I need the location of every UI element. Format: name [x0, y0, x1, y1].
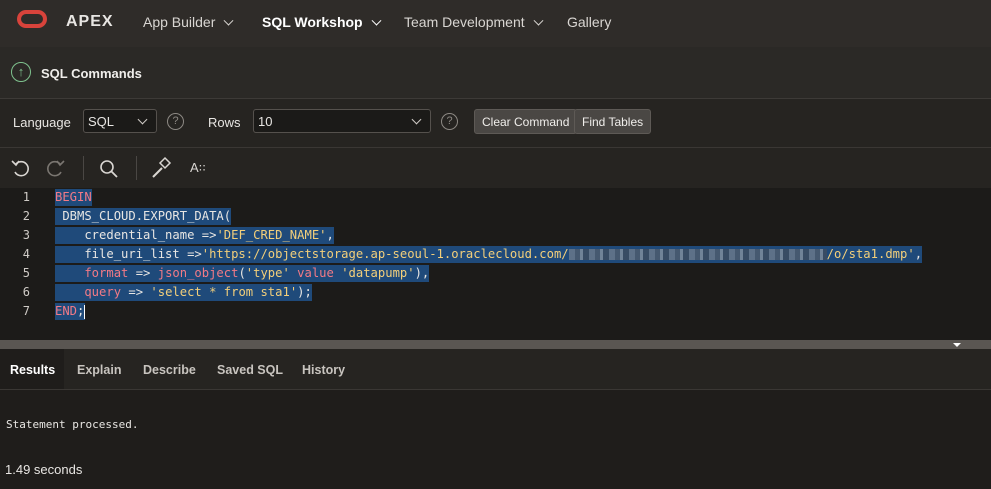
code-string: 'datapump' [341, 266, 415, 280]
chevron-down-icon [223, 15, 234, 26]
line-number: 7 [22, 304, 30, 318]
code-text: , [326, 228, 334, 242]
nav-sql-workshop-label: SQL Workshop [262, 14, 363, 30]
language-select[interactable]: SQL [83, 109, 157, 133]
language-help-icon[interactable]: ? [167, 113, 184, 130]
command-toolbar: Language SQL ? Rows 10 ? Clear Command F… [0, 99, 991, 147]
line-number: 2 [22, 209, 30, 223]
search-icon[interactable] [98, 156, 120, 180]
sql-editor[interactable]: 1 2 3 4 5 6 7 BEGIN DBMS_CLOUD.EXPORT_DA… [0, 188, 991, 340]
result-tabs: Results Explain Describe Saved SQL Histo… [0, 349, 991, 390]
page-header: ↑ SQL Commands [0, 47, 991, 99]
editor-toolbar: A꞉꞉ [0, 147, 991, 189]
code-text: ), [414, 266, 430, 280]
code-text: , [914, 247, 923, 261]
redacted-region [568, 249, 827, 260]
keyword-end: END [55, 304, 78, 318]
code-text: ( [238, 266, 246, 280]
code-text: => [121, 285, 151, 299]
toolbar-divider [136, 156, 137, 180]
code-text: credential_name => [55, 228, 217, 242]
code-line-7: END; [55, 303, 86, 320]
tab-results[interactable]: Results [0, 349, 64, 389]
line-number: 6 [22, 285, 30, 299]
tab-describe[interactable]: Describe [143, 349, 196, 389]
rows-help-icon[interactable]: ? [441, 113, 458, 130]
line-number: 3 [22, 228, 30, 242]
code-text: ); [297, 285, 312, 299]
results-panel: Statement processed. 1.49 seconds [0, 390, 991, 489]
tab-explain[interactable]: Explain [77, 349, 121, 389]
code-line-1: BEGIN [55, 189, 92, 206]
line-number-gutter: 1 2 3 4 5 6 7 [0, 188, 48, 340]
nav-gallery[interactable]: Gallery [567, 14, 611, 30]
nav-gallery-label: Gallery [567, 14, 612, 30]
execution-time: 1.49 seconds [5, 462, 83, 477]
code-function: json_object [157, 266, 239, 280]
clear-command-button[interactable]: Clear Command [474, 109, 578, 134]
code-keyword: format [55, 266, 129, 280]
language-select-value: SQL [88, 114, 115, 129]
tab-saved-sql[interactable]: Saved SQL [217, 349, 283, 389]
oracle-logo-icon[interactable] [17, 10, 47, 28]
code-line-3: credential_name =>'DEF_CRED_NAME', [55, 227, 334, 244]
nav-team-development[interactable]: Team Development [404, 14, 544, 30]
keyword-begin: BEGIN [55, 190, 92, 204]
code-text: ; [77, 304, 85, 318]
result-message: Statement processed. [6, 418, 139, 431]
rows-select-value: 10 [258, 114, 273, 129]
code-line-6: query => 'select * from sta1'); [55, 284, 312, 301]
up-arrow-icon[interactable]: ↑ [11, 62, 31, 82]
toolbar-divider [83, 156, 84, 180]
chevron-down-icon [411, 114, 422, 125]
nav-app-builder-label: App Builder [143, 14, 216, 30]
text-cursor [84, 304, 86, 319]
code-text: DBMS_CLOUD.EXPORT_DATA( [55, 209, 232, 223]
nav-app-builder[interactable]: App Builder [143, 14, 234, 30]
chevron-down-icon [533, 15, 544, 26]
code-keyword: value [289, 266, 342, 280]
line-number: 5 [22, 266, 30, 280]
find-tables-button[interactable]: Find Tables [574, 109, 652, 134]
code-string: 'select * from sta1' [150, 285, 298, 299]
panel-splitter[interactable] [0, 340, 991, 349]
code-text: file_uri_list => [55, 247, 202, 261]
page-title: SQL Commands [41, 66, 142, 81]
wrench-icon[interactable] [150, 156, 172, 180]
code-line-5: format => json_object('type' value 'data… [55, 265, 430, 282]
code-string: 'DEF_CRED_NAME' [216, 228, 327, 242]
undo-icon[interactable] [10, 156, 32, 180]
redo-icon[interactable] [44, 156, 66, 180]
rows-label: Rows [208, 115, 241, 130]
top-navigation-bar: APEX App Builder SQL Workshop Team Devel… [0, 0, 991, 47]
collapse-arrow-icon[interactable] [953, 343, 961, 347]
code-string: /o/sta1.dmp' [826, 247, 915, 261]
code-line-2: DBMS_CLOUD.EXPORT_DATA( [55, 208, 232, 225]
tab-history[interactable]: History [302, 349, 345, 389]
code-text: => [128, 266, 158, 280]
nav-sql-workshop[interactable]: SQL Workshop [262, 14, 382, 30]
code-line-4: file_uri_list =>'https://objectstorage.a… [55, 246, 923, 263]
code-string: 'https://objectstorage.ap-seoul-1.oracle… [201, 247, 569, 261]
chevron-down-icon [371, 15, 382, 26]
language-label: Language [13, 115, 71, 130]
code-string: 'type' [245, 266, 290, 280]
rows-select[interactable]: 10 [253, 109, 431, 133]
line-number: 4 [22, 247, 30, 261]
line-number: 1 [22, 190, 30, 204]
chevron-down-icon [137, 114, 148, 125]
autocomplete-icon[interactable]: A꞉꞉ [190, 160, 206, 184]
nav-team-development-label: Team Development [404, 14, 525, 30]
code-keyword: query [55, 285, 122, 299]
apex-logo-text[interactable]: APEX [66, 13, 114, 31]
